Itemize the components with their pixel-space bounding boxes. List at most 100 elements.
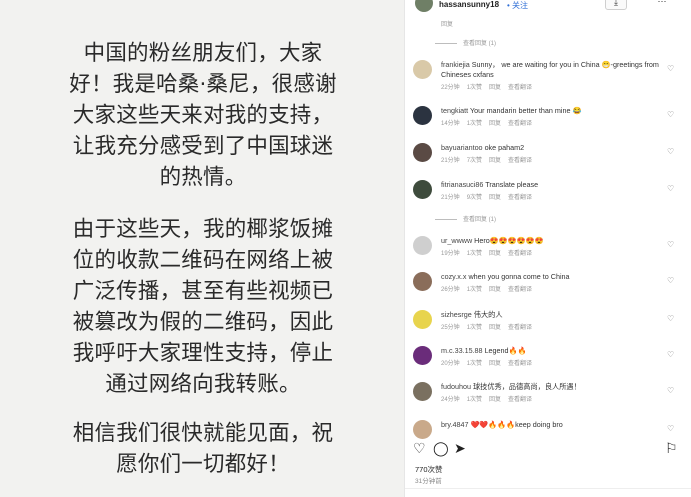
top-comment-meta[interactable]: 回复 [441, 19, 453, 28]
comment-text: frankiejia Sunny， we are waiting for you… [441, 60, 665, 80]
comment-translate[interactable]: 查看翻译 [508, 85, 532, 91]
comment-body: Legend🔥🔥 [484, 346, 527, 355]
comment-likes[interactable]: 9次赞 [467, 195, 482, 201]
heart-icon[interactable]: ♡ [667, 240, 674, 249]
share-icon[interactable]: ➤ [454, 440, 466, 457]
add-comment-bar[interactable] [405, 488, 691, 497]
comment-reply[interactable]: 回复 [489, 85, 501, 91]
post-actions: ♡ ◯ ➤ ⚐ [413, 440, 683, 458]
comment-likes[interactable]: 7次赞 [467, 158, 482, 164]
post-username[interactable]: hassansunny18 [439, 0, 499, 9]
comment-username[interactable]: bayuariantoo [441, 143, 483, 152]
heart-icon[interactable]: ♡ [667, 147, 674, 156]
comment-text: fitrianasuci86 Translate please [441, 180, 665, 190]
view-replies-link[interactable]: 查看回复 (1) [435, 38, 496, 48]
comment-meta: 19分钟 1次赞 回复 查看翻译 [441, 248, 539, 257]
avatar[interactable] [413, 180, 432, 199]
comment-icon[interactable]: ◯ [433, 440, 449, 457]
comment-translate[interactable]: 查看翻译 [508, 397, 532, 403]
heart-icon[interactable]: ♡ [667, 386, 674, 395]
comment-text: cozy.x.x when you gonna come to China [441, 272, 665, 282]
comment-reply[interactable]: 回复 [489, 325, 501, 331]
heart-icon[interactable]: ♡ [667, 350, 674, 359]
comment-likes[interactable]: 1次赞 [467, 325, 482, 331]
avatar[interactable] [413, 106, 432, 125]
comment-translate[interactable]: 查看翻译 [508, 251, 532, 257]
heart-icon[interactable]: ♡ [667, 424, 674, 433]
heart-icon[interactable]: ♡ [667, 110, 674, 119]
comment-translate[interactable]: 查看翻译 [508, 287, 532, 293]
comment-username[interactable]: bry.4847 [441, 420, 468, 429]
comment-likes[interactable]: 1次赞 [467, 397, 482, 403]
comment-translate[interactable]: 查看翻译 [508, 325, 532, 331]
story-panel: 中国的粉丝朋友们，大家 好！我是哈桑·桑尼，很感谢 大家这些天来对我的支持， 让… [0, 0, 404, 497]
comment-meta: 24分钟 1次赞 回复 查看翻译 [441, 394, 539, 403]
story-paragraph-2: 由于这些天，我的椰浆饭摊 位的收款二维码在网络上被 广泛传播，甚至有些视频已 被… [72, 217, 334, 397]
comment-username[interactable]: tengkiatt [441, 106, 468, 115]
avatar[interactable] [413, 346, 432, 365]
comment-translate[interactable]: 查看翻译 [508, 121, 532, 127]
story-paragraph-1: 中国的粉丝朋友们，大家 好！我是哈桑·桑尼，很感谢 大家这些天来对我的支持， 让… [69, 41, 337, 190]
comment-time: 19分钟 [441, 251, 460, 257]
comment-username[interactable]: m.c.33.15.88 [441, 346, 483, 355]
comment-username[interactable]: fudouhou [441, 382, 471, 391]
comment-translate[interactable]: 查看翻译 [508, 158, 532, 164]
comment-body: ❤️❤️🔥🔥🔥keep doing bro [470, 420, 563, 429]
comment-body: Sunny， we are waiting for you in China 😁… [441, 60, 659, 79]
download-button[interactable]: ⤓ [605, 0, 627, 10]
comment-body: oke paham2 [484, 143, 525, 152]
comment-username[interactable]: ur_wwww [441, 236, 472, 245]
comment-reply[interactable]: 回复 [489, 361, 501, 367]
comment-username[interactable]: frankiejia [441, 60, 470, 69]
comment-likes[interactable]: 1次赞 [467, 251, 482, 257]
comment-time: 24分钟 [441, 397, 460, 403]
comment-translate[interactable]: 查看翻译 [508, 195, 532, 201]
comment-meta: 20分钟 1次赞 回复 查看翻译 [441, 358, 539, 367]
likes-count[interactable]: 770次赞 [415, 464, 443, 475]
comments-panel: hassansunny18 • 关注 ⤓ ⋯ 回复 查看回复 (1) frank… [404, 0, 691, 497]
divider [435, 218, 457, 220]
comment-meta: 26分钟 1次赞 回复 查看翻译 [441, 284, 539, 293]
heart-icon[interactable]: ♡ [667, 276, 674, 285]
comment-text: m.c.33.15.88 Legend🔥🔥 [441, 346, 665, 356]
comment-text: fudouhou 球技优秀，品德高尚，良人所遇！ [441, 382, 665, 392]
comment-likes[interactable]: 1次赞 [467, 85, 482, 91]
more-options-button[interactable]: ⋯ [651, 0, 673, 10]
view-replies-link[interactable]: 查看回复 (1) [435, 214, 496, 224]
divider [435, 42, 457, 44]
comment-likes[interactable]: 1次赞 [467, 121, 482, 127]
download-icon: ⤓ [614, 0, 618, 7]
avatar[interactable] [413, 272, 432, 291]
comment-reply[interactable]: 回复 [489, 195, 501, 201]
bookmark-icon[interactable]: ⚐ [665, 440, 678, 457]
comment-reply[interactable]: 回复 [489, 251, 501, 257]
like-icon[interactable]: ♡ [413, 440, 426, 457]
comment-body: when you gonna come to China [468, 272, 570, 281]
avatar[interactable] [413, 310, 432, 329]
comment-username[interactable]: sizhesrge [441, 310, 472, 319]
comment-likes[interactable]: 1次赞 [467, 361, 482, 367]
comment-time: 14分钟 [441, 121, 460, 127]
comment-reply[interactable]: 回复 [489, 121, 501, 127]
heart-icon[interactable]: ♡ [667, 64, 674, 73]
heart-icon[interactable]: ♡ [667, 184, 674, 193]
heart-icon[interactable]: ♡ [667, 314, 674, 323]
follow-button[interactable]: • 关注 [507, 0, 528, 11]
comment-reply[interactable]: 回复 [489, 287, 501, 293]
comment-likes[interactable]: 1次赞 [467, 287, 482, 293]
avatar[interactable] [415, 0, 433, 12]
avatar[interactable] [413, 236, 432, 255]
comment-meta: 21分钟 9次赞 回复 查看翻译 [441, 192, 539, 201]
comment-username[interactable]: cozy.x.x [441, 272, 466, 281]
avatar[interactable] [413, 382, 432, 401]
comment-meta: 21分钟 7次赞 回复 查看翻译 [441, 155, 539, 164]
avatar[interactable] [413, 143, 432, 162]
avatar[interactable] [413, 420, 432, 439]
comment-reply[interactable]: 回复 [489, 158, 501, 164]
comment-translate[interactable]: 查看翻译 [508, 361, 532, 367]
avatar[interactable] [413, 60, 432, 79]
comment-reply[interactable]: 回复 [489, 397, 501, 403]
post-time: 31分钟前 [415, 478, 442, 485]
comment-text: tengkiatt Your mandarin better than mine… [441, 106, 665, 116]
comment-username[interactable]: fitrianasuci86 [441, 180, 483, 189]
